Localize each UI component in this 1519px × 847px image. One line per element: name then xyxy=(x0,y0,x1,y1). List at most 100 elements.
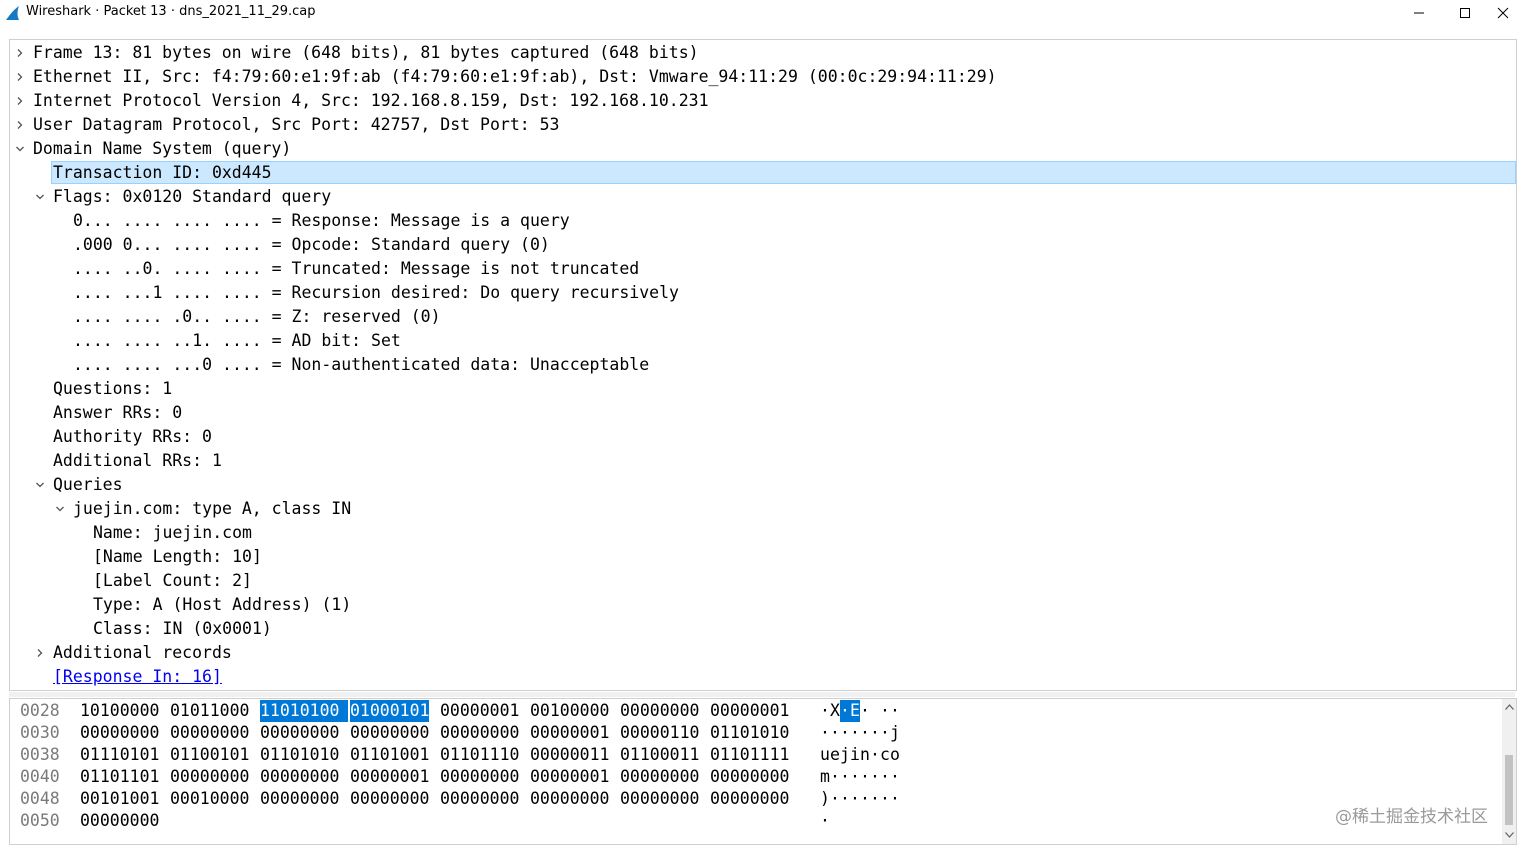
maximize-button[interactable] xyxy=(1442,0,1488,26)
hex-byte[interactable]: 00000000 xyxy=(620,700,699,722)
hex-byte[interactable]: 00000000 xyxy=(440,722,519,744)
hex-byte[interactable]: 10100000 xyxy=(80,700,159,722)
ascii-char[interactable]: · xyxy=(870,722,880,744)
tree-row[interactable]: Additional RRs: 1 xyxy=(10,449,1516,473)
tree-row[interactable]: .... .... ...0 .... = Non-authenticated … xyxy=(10,353,1516,377)
hex-byte[interactable]: 00000000 xyxy=(440,766,519,788)
ascii-char[interactable]: c xyxy=(880,744,890,766)
ascii-char[interactable]: · xyxy=(830,788,840,810)
hex-byte[interactable]: 01101110 xyxy=(440,744,519,766)
hex-byte[interactable]: 00010000 xyxy=(170,788,249,810)
ascii-char[interactable]: j xyxy=(890,722,900,744)
hex-byte[interactable]: 00000110 xyxy=(620,722,699,744)
scroll-up-icon[interactable] xyxy=(1504,702,1514,712)
hex-byte[interactable]: 01000101 xyxy=(350,700,430,722)
ascii-char[interactable]: i xyxy=(850,744,860,766)
ascii-char[interactable]: · xyxy=(870,766,880,788)
tree-row[interactable]: Internet Protocol Version 4, Src: 192.16… xyxy=(10,89,1516,113)
hex-byte[interactable]: 00000001 xyxy=(440,700,519,722)
hex-byte[interactable]: 11010100 xyxy=(260,700,349,722)
hex-byte[interactable]: 00000001 xyxy=(530,722,609,744)
ascii-char[interactable]: · xyxy=(860,722,870,744)
hex-byte[interactable]: 00101001 xyxy=(80,788,159,810)
ascii-char[interactable]: · xyxy=(890,788,900,810)
hex-byte[interactable]: 00000000 xyxy=(260,788,339,810)
ascii-char[interactable]: X xyxy=(830,700,840,722)
hex-byte[interactable]: 00000000 xyxy=(80,722,159,744)
packet-details-tree[interactable]: Frame 13: 81 bytes on wire (648 bits), 8… xyxy=(9,39,1517,691)
tree-row[interactable]: Type: A (Host Address) (1) xyxy=(10,593,1516,617)
ascii-char[interactable]: · xyxy=(870,744,880,766)
hex-byte[interactable]: 01100011 xyxy=(620,744,699,766)
hex-byte[interactable]: 00000000 xyxy=(260,722,339,744)
close-button[interactable] xyxy=(1487,0,1519,26)
hex-byte[interactable]: 00000011 xyxy=(530,744,609,766)
scroll-down-icon[interactable] xyxy=(1504,830,1514,840)
response-in-link[interactable]: [Response In: 16] xyxy=(53,665,222,689)
ascii-char[interactable]: j xyxy=(840,744,850,766)
packet-bytes-pane[interactable]: 0028 10100000 01011000 11010100 01000101 0000… xyxy=(9,698,1517,845)
hex-byte[interactable]: 01011000 xyxy=(170,700,249,722)
ascii-char[interactable]: · xyxy=(840,766,850,788)
hex-byte[interactable]: 00000000 xyxy=(440,788,519,810)
tree-row[interactable]: Domain Name System (query) xyxy=(10,137,1516,161)
chevron-right-icon[interactable] xyxy=(13,113,27,137)
hex-byte[interactable]: 01101111 xyxy=(710,744,789,766)
tree-row[interactable]: Class: IN (0x0001) xyxy=(10,617,1516,641)
minimize-button[interactable] xyxy=(1396,0,1442,26)
tree-row[interactable]: .... ...1 .... .... = Recursion desired:… xyxy=(10,281,1516,305)
vertical-scrollbar[interactable] xyxy=(1502,699,1516,844)
chevron-down-icon[interactable] xyxy=(33,185,47,209)
tree-row[interactable]: .... ..0. .... .... = Truncated: Message… xyxy=(10,257,1516,281)
ascii-char[interactable]: · xyxy=(850,722,860,744)
hex-byte[interactable]: 00000000 xyxy=(620,788,699,810)
ascii-char[interactable]: · xyxy=(850,766,860,788)
tree-row[interactable]: Authority RRs: 0 xyxy=(10,425,1516,449)
chevron-right-icon[interactable] xyxy=(13,89,27,113)
tree-row[interactable]: .... .... ..1. .... = AD bit: Set xyxy=(10,329,1516,353)
chevron-right-icon[interactable] xyxy=(13,65,27,89)
ascii-char[interactable]: · xyxy=(860,700,870,722)
ascii-char[interactable]: · xyxy=(880,766,890,788)
chevron-down-icon[interactable] xyxy=(13,137,27,161)
ascii-char[interactable]: ) xyxy=(820,788,830,810)
hex-byte[interactable]: 00000001 xyxy=(350,766,429,788)
ascii-char[interactable]: · xyxy=(880,700,890,722)
ascii-char[interactable]: · xyxy=(880,788,890,810)
tree-row[interactable]: Ethernet II, Src: f4:79:60:e1:9f:ab (f4:… xyxy=(10,65,1516,89)
ascii-char[interactable]: · xyxy=(890,766,900,788)
ascii-char[interactable]: n xyxy=(860,744,870,766)
ascii-char[interactable]: · xyxy=(830,722,840,744)
ascii-char[interactable] xyxy=(870,700,880,722)
ascii-char[interactable]: · xyxy=(890,700,900,722)
hex-byte[interactable]: 00000000 xyxy=(170,766,249,788)
chevron-right-icon[interactable] xyxy=(33,641,47,665)
hex-byte[interactable]: 00000000 xyxy=(350,722,429,744)
chevron-right-icon[interactable] xyxy=(13,41,27,65)
tree-row[interactable]: .000 0... .... .... = Opcode: Standard q… xyxy=(10,233,1516,257)
hex-byte[interactable]: 00000000 xyxy=(530,788,609,810)
ascii-char[interactable]: · xyxy=(820,810,830,832)
ascii-char[interactable]: · xyxy=(840,788,850,810)
ascii-char[interactable]: · xyxy=(820,722,830,744)
tree-row[interactable]: Additional records xyxy=(10,641,1516,665)
tree-row[interactable]: Queries xyxy=(10,473,1516,497)
ascii-char[interactable]: m xyxy=(820,766,830,788)
hex-byte[interactable]: 00000000 xyxy=(350,788,429,810)
ascii-char[interactable]: · xyxy=(880,722,890,744)
hex-byte[interactable]: 01100101 xyxy=(170,744,249,766)
hex-byte[interactable]: 01101010 xyxy=(260,744,339,766)
chevron-down-icon[interactable] xyxy=(53,497,67,521)
tree-row[interactable]: juejin.com: type A, class IN xyxy=(10,497,1516,521)
scroll-thumb[interactable] xyxy=(1505,755,1513,825)
ascii-char[interactable]: · xyxy=(860,788,870,810)
hex-byte[interactable]: 00000000 xyxy=(710,788,789,810)
ascii-char[interactable]: E xyxy=(850,700,860,722)
ascii-char[interactable]: e xyxy=(830,744,840,766)
hex-byte[interactable]: 00000001 xyxy=(710,700,789,722)
tree-row[interactable]: Frame 13: 81 bytes on wire (648 bits), 8… xyxy=(10,41,1516,65)
hex-byte[interactable]: 00000000 xyxy=(260,766,339,788)
hex-byte[interactable]: 00100000 xyxy=(530,700,609,722)
tree-row[interactable]: [Label Count: 2] xyxy=(10,569,1516,593)
hex-byte[interactable]: 01110101 xyxy=(80,744,159,766)
